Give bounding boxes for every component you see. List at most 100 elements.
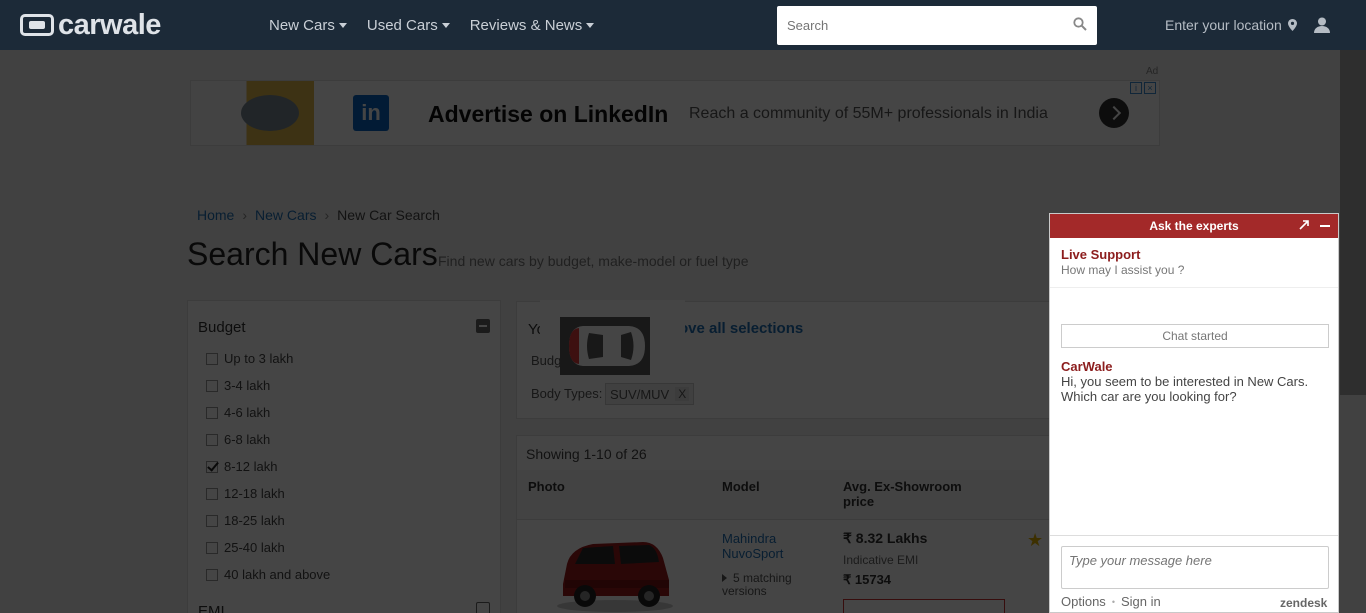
collapse-icon[interactable] [476, 319, 490, 333]
checkbox[interactable] [206, 514, 218, 527]
map-pin-icon [1287, 19, 1297, 31]
price-note: Indicative EMI [843, 553, 919, 567]
remove-all-link[interactable]: ove all selections [679, 320, 803, 337]
chat-title: Ask the experts [1149, 219, 1239, 233]
budget-option-label: 8-12 lakh [224, 459, 278, 474]
budget-option-label: 3-4 lakh [224, 378, 271, 393]
budget-options: Up to 3 lakh 3-4 lakh 4-6 lakh 6-8 lakh … [206, 345, 330, 588]
nav-label: New Cars [269, 16, 335, 34]
zendesk-brand[interactable]: zendesk [1280, 596, 1327, 610]
budget-option[interactable]: 40 lakh and above [206, 561, 330, 588]
column-header-photo: Photo [528, 479, 565, 494]
checkbox[interactable] [206, 487, 218, 500]
body-type-chip: SUV/MUV X [605, 383, 695, 405]
minimize-icon[interactable] [1320, 225, 1330, 227]
car-topview-icon [569, 326, 645, 366]
divider [1050, 535, 1338, 536]
checkbox[interactable] [206, 568, 218, 581]
budget-option[interactable]: 25-40 lakh [206, 534, 330, 561]
column-header-price: Avg. Ex-Showroom price [843, 479, 962, 509]
side-edge [1340, 50, 1366, 395]
breadcrumb-home[interactable]: Home [197, 207, 234, 223]
car-photo[interactable] [553, 534, 675, 613]
budget-option[interactable]: Up to 3 lakh [206, 345, 330, 372]
options-link[interactable]: Options [1061, 594, 1106, 609]
remove-chip-button[interactable]: X [675, 387, 690, 401]
ad-tag: Ad [1146, 66, 1159, 77]
checkbox-checked[interactable] [206, 460, 218, 473]
page-title: Search New Cars [187, 236, 438, 272]
checkbox[interactable] [206, 379, 218, 392]
ad-choices[interactable]: i × [1130, 82, 1160, 94]
nav-label: Reviews & News [469, 16, 583, 34]
live-support-title: Live Support [1061, 247, 1141, 262]
budget-option-label: 12-18 lakh [224, 486, 285, 501]
checkbox[interactable] [206, 406, 218, 419]
budget-option-label: 25-40 lakh [224, 540, 285, 555]
budget-option[interactable]: 3-4 lakh [206, 372, 330, 399]
ad-title: Advertise on LinkedIn [428, 101, 669, 127]
matching-versions-toggle[interactable]: 5 matching versions [722, 572, 822, 598]
budget-option[interactable]: 4-6 lakh [206, 399, 330, 426]
chevron-down-icon [586, 22, 595, 28]
expand-icon[interactable] [476, 602, 490, 613]
column-header-model: Model [722, 479, 760, 494]
emi-heading: EMI [198, 603, 225, 613]
main-nav: New Cars Used Cars Reviews & News [269, 0, 595, 50]
body-types-label: Body Types: [531, 386, 603, 401]
page-subtitle: Find new cars by budget, make-model or f… [438, 253, 749, 269]
assist-text: How may I assist you ? [1061, 263, 1185, 277]
chat-header[interactable]: Ask the experts [1050, 214, 1338, 238]
chip-label: SUV/MUV [610, 386, 670, 402]
budget-option-label: 18-25 lakh [224, 513, 285, 528]
location-selector[interactable]: Enter your location [1165, 17, 1297, 33]
ad-thumbnail [191, 81, 314, 145]
chevron-down-icon [441, 22, 450, 28]
search-box [777, 6, 1097, 45]
chevron-right-icon: › [324, 207, 330, 223]
nav-reviews-news[interactable]: Reviews & News [470, 17, 595, 34]
linkedin-logo: in [353, 95, 389, 131]
search-input[interactable] [777, 6, 1062, 45]
offer-button[interactable] [843, 599, 1005, 613]
checkbox[interactable] [206, 541, 218, 554]
breadcrumb: Home › New Cars › New Car Search [197, 207, 440, 223]
budget-option-label: 6-8 lakh [224, 432, 271, 447]
nav-new-cars[interactable]: New Cars [269, 17, 347, 34]
search-icon[interactable] [1073, 17, 1087, 31]
price-value: ₹ 8.32 Lakhs [843, 530, 928, 546]
user-icon[interactable] [1314, 17, 1330, 33]
ad-next-button[interactable] [1099, 98, 1129, 128]
chat-footer-links: Options • Sign in [1061, 594, 1161, 609]
ad-banner[interactable]: in Advertise on LinkedIn Reach a communi… [190, 80, 1160, 146]
top-navbar: carwale New Cars Used Cars Reviews & New… [0, 0, 1366, 50]
breadcrumb-current: New Car Search [337, 207, 440, 223]
carwale-logo[interactable]: carwale [20, 9, 161, 41]
ad-description: Reach a community of 55M+ professionals … [689, 105, 1048, 122]
budget-option-label: 40 lakh and above [224, 567, 331, 582]
message-sender: CarWale [1061, 359, 1113, 374]
filter-panel: Budget Up to 3 lakh 3-4 lakh 4-6 lakh 6-… [187, 300, 501, 613]
budget-option[interactable]: 12-18 lakh [206, 480, 330, 507]
popout-icon[interactable] [1298, 219, 1310, 231]
results-panel: Showing 1-10 of 26 Photo Model Avg. Ex-S… [516, 435, 1061, 613]
budget-option[interactable]: 6-8 lakh [206, 426, 330, 453]
ad-info-icon: i [1130, 82, 1142, 94]
chevron-down-icon [338, 22, 347, 28]
budget-option-label: Up to 3 lakh [224, 351, 294, 366]
results-count: Showing 1-10 of 26 [526, 446, 647, 462]
model-link[interactable]: Mahindra NuvoSport [722, 531, 812, 561]
divider [1050, 287, 1338, 288]
budget-option[interactable]: 8-12 lakh [206, 453, 330, 480]
checkbox[interactable] [206, 433, 218, 446]
nav-used-cars[interactable]: Used Cars [367, 17, 450, 34]
sign-in-link[interactable]: Sign in [1121, 594, 1161, 609]
close-icon[interactable]: × [1144, 82, 1156, 94]
budget-option[interactable]: 18-25 lakh [206, 507, 330, 534]
emi-value: ₹ 15734 [843, 572, 892, 587]
checkbox[interactable] [206, 352, 218, 365]
breadcrumb-new-cars[interactable]: New Cars [255, 207, 316, 223]
chat-widget: Ask the experts Live Support How may I a… [1049, 213, 1339, 613]
location-label: Enter your location [1165, 17, 1282, 33]
chat-message-input[interactable] [1061, 546, 1329, 589]
